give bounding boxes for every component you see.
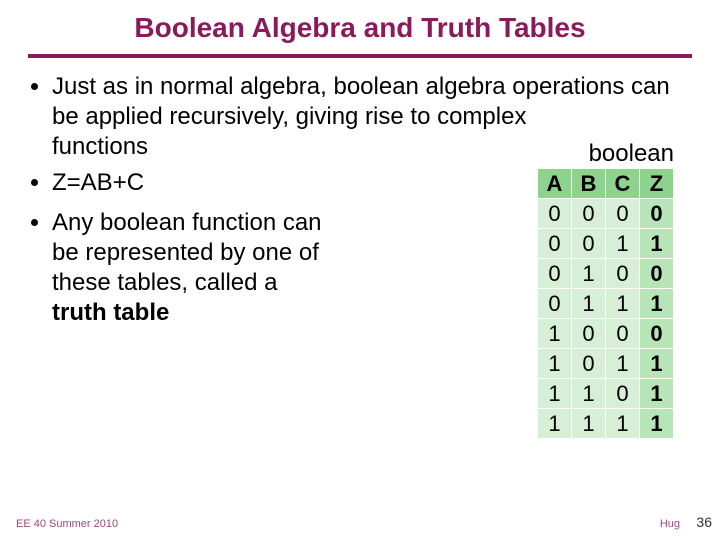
table-row: 0111 — [538, 289, 674, 319]
cell: 1 — [606, 289, 640, 319]
table-row: 1000 — [538, 319, 674, 349]
cell: 0 — [538, 289, 572, 319]
cell-z: 0 — [640, 319, 674, 349]
page-number: 36 — [696, 514, 712, 530]
cell-z: 1 — [640, 229, 674, 259]
cell: 0 — [572, 199, 606, 229]
cell-z: 1 — [640, 379, 674, 409]
table-row: 1011 — [538, 349, 674, 379]
table-row: 1111 — [538, 409, 674, 439]
cell: 0 — [572, 229, 606, 259]
cell: 0 — [538, 229, 572, 259]
bullet-3: Any boolean function can be represented … — [52, 208, 402, 328]
footer-right: Hug — [660, 518, 680, 530]
cell: 0 — [538, 259, 572, 289]
cell: 1 — [538, 379, 572, 409]
table-row: 0011 — [538, 229, 674, 259]
table-header-row: A B C Z — [538, 169, 674, 199]
col-c: C — [606, 169, 640, 199]
cell: 1 — [572, 259, 606, 289]
cell-z: 0 — [640, 199, 674, 229]
cell: 1 — [538, 319, 572, 349]
slide-title: Boolean Algebra and Truth Tables — [0, 0, 720, 54]
slide: Boolean Algebra and Truth Tables Just as… — [0, 0, 720, 540]
cell: 1 — [572, 379, 606, 409]
footer-left: EE 40 Summer 2010 — [16, 518, 118, 530]
cell: 0 — [606, 259, 640, 289]
cell: 0 — [538, 199, 572, 229]
cell: 0 — [572, 349, 606, 379]
col-a: A — [538, 169, 572, 199]
bullet-3-l2: be represented by one of — [52, 239, 319, 266]
cell: 0 — [606, 199, 640, 229]
col-b: B — [572, 169, 606, 199]
bullet-3-l1: Any boolean function can — [52, 209, 322, 236]
bullet-1-text: Just as in normal algebra, boolean algeb… — [52, 73, 670, 130]
table-row: 0000 — [538, 199, 674, 229]
cell: 1 — [572, 289, 606, 319]
cell-z: 1 — [640, 409, 674, 439]
cell: 0 — [606, 379, 640, 409]
cell: 1 — [606, 409, 640, 439]
cell: 1 — [606, 349, 640, 379]
cell: 0 — [606, 319, 640, 349]
table-row: 0100 — [538, 259, 674, 289]
cell-z: 0 — [640, 259, 674, 289]
partial-word: boolean — [589, 140, 674, 168]
cell-z: 1 — [640, 349, 674, 379]
table-row: 1101 — [538, 379, 674, 409]
cell: 1 — [538, 409, 572, 439]
cell: 1 — [572, 409, 606, 439]
title-rule — [28, 54, 692, 58]
bullet-3-l3: these tables, called a — [52, 269, 277, 296]
cell-z: 1 — [640, 289, 674, 319]
cell: 1 — [538, 349, 572, 379]
bullet-1-cont: functions — [52, 132, 412, 162]
truth-table: A B C Z 0000 0011 0100 0111 1000 1011 11… — [537, 168, 674, 439]
bullet-3-l4: truth table — [52, 299, 169, 326]
col-z: Z — [640, 169, 674, 199]
cell: 1 — [606, 229, 640, 259]
table-body: 0000 0011 0100 0111 1000 1011 1101 1111 — [538, 199, 674, 439]
cell: 0 — [572, 319, 606, 349]
